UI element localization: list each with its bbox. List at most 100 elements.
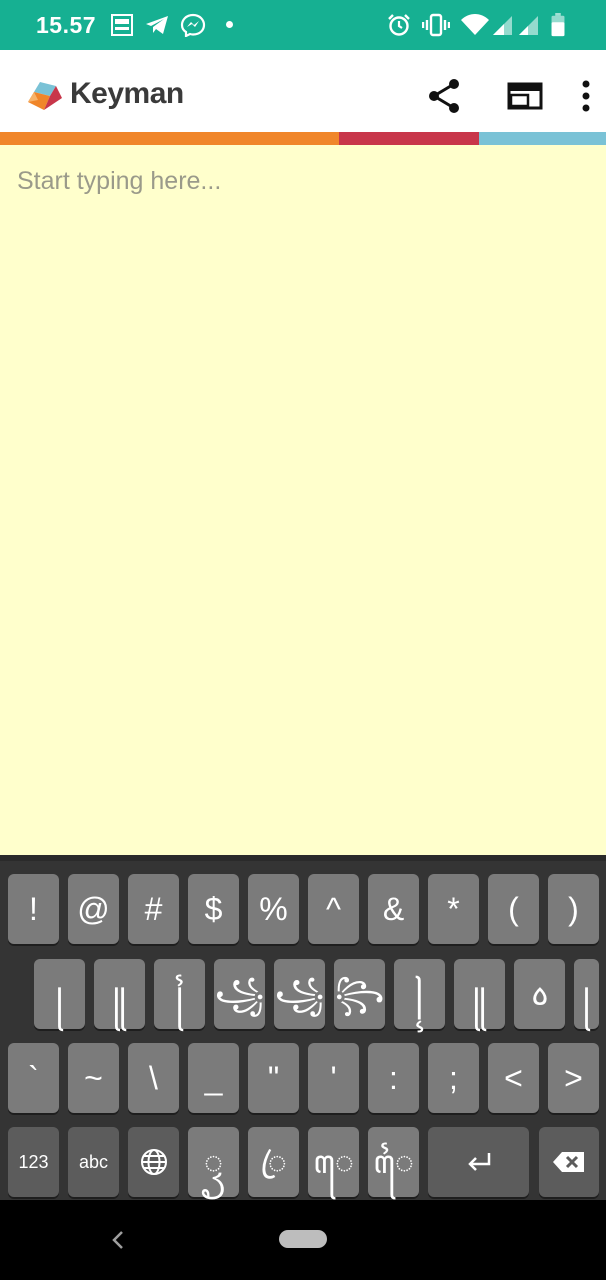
- key-javanese-8[interactable]: ꧋: [454, 959, 505, 1029]
- key-label: abc: [78, 1152, 109, 1172]
- key-backtick[interactable]: `: [8, 1043, 59, 1113]
- key-javanese-1[interactable]: ꧊: [34, 959, 85, 1029]
- key-javanese-7[interactable]: ꧍: [394, 959, 445, 1029]
- back-icon[interactable]: [104, 1226, 132, 1254]
- key-label: ": [267, 1060, 280, 1096]
- messenger-icon: [180, 13, 206, 37]
- key-label: ꧋: [472, 976, 487, 1012]
- key-label: *: [447, 891, 460, 927]
- key-label: ~: [84, 1060, 103, 1096]
- key-label: ꦿ: [260, 1144, 287, 1180]
- key-caret[interactable]: ^: [308, 874, 359, 944]
- more-options-button[interactable]: [564, 74, 606, 118]
- key-dollar[interactable]: $: [188, 874, 239, 944]
- key-javanese-6[interactable]: ꧂: [334, 959, 385, 1029]
- notification-dot: [226, 21, 233, 28]
- key-at[interactable]: @: [68, 874, 119, 944]
- home-pill[interactable]: [279, 1230, 327, 1248]
- key-javanese-4[interactable]: ꧁: [214, 959, 265, 1029]
- key-label: ^: [325, 891, 341, 927]
- key-javanese-5[interactable]: ꧁: [274, 959, 325, 1029]
- key-javanese-2[interactable]: ꧋: [94, 959, 145, 1029]
- key-backslash[interactable]: \: [128, 1043, 179, 1113]
- key-globe[interactable]: [128, 1127, 179, 1197]
- key-colon[interactable]: :: [368, 1043, 419, 1113]
- open-in-browser-button[interactable]: [503, 74, 547, 118]
- key-enter[interactable]: [428, 1127, 529, 1197]
- share-icon: [429, 79, 459, 113]
- key-javanese-sign-4[interactable]: ꦻ: [368, 1127, 419, 1197]
- key-ampersand[interactable]: &: [368, 874, 419, 944]
- key-label: :: [389, 1060, 398, 1096]
- key-javanese-sign-1[interactable]: ꦽ: [188, 1127, 239, 1197]
- key-javanese-sign-2[interactable]: ꦿ: [248, 1127, 299, 1197]
- key-javanese-sign-3[interactable]: ꦺ: [308, 1127, 359, 1197]
- color-strip-red: [339, 132, 479, 145]
- key-label: ꦺ: [313, 1144, 354, 1180]
- backspace-icon: [553, 1152, 584, 1172]
- text-editor-input[interactable]: [0, 145, 606, 855]
- key-paren-open[interactable]: (: [488, 874, 539, 944]
- jazz-app-icon: [111, 14, 133, 36]
- key-paren-close[interactable]: ): [548, 874, 599, 944]
- key-hash[interactable]: #: [128, 874, 179, 944]
- key-label: _: [204, 1060, 223, 1096]
- key-tilde[interactable]: ~: [68, 1043, 119, 1113]
- key-label: ꧊: [55, 976, 64, 1012]
- key-label: ꧍: [414, 976, 425, 1012]
- keyboard: ! @ # $ % ^ & * ( ) ꧊ ꧋ ꧌ ꧁ ꧁ ꧂ ꧍ ꧋ ꧞ ꧊ …: [0, 855, 606, 1200]
- color-strip-orange: [0, 132, 339, 145]
- key-single-quote[interactable]: ': [308, 1043, 359, 1113]
- key-label: ꧊: [582, 976, 591, 1012]
- wifi-icon: [461, 14, 489, 35]
- vibrate-icon: [422, 13, 450, 37]
- key-asterisk[interactable]: *: [428, 874, 479, 944]
- share-button[interactable]: [422, 74, 466, 118]
- key-label: ꦻ: [373, 1144, 414, 1180]
- key-label: ;: [449, 1060, 458, 1096]
- key-greater-than[interactable]: >: [548, 1043, 599, 1113]
- key-label: ': [330, 1060, 337, 1096]
- key-abc[interactable]: abc: [68, 1127, 119, 1197]
- enter-icon: [467, 1153, 490, 1171]
- key-label: >: [564, 1060, 583, 1096]
- key-javanese-10[interactable]: ꧊: [574, 959, 599, 1029]
- key-javanese-3[interactable]: ꧌: [154, 959, 205, 1029]
- key-label: `: [28, 1060, 39, 1096]
- key-label: ꧋: [112, 976, 127, 1012]
- battery-icon: [551, 13, 565, 37]
- key-semicolon[interactable]: ;: [428, 1043, 479, 1113]
- key-javanese-9[interactable]: ꧞: [514, 959, 565, 1029]
- status-bar: 15.57: [0, 0, 606, 50]
- color-strip-blue: [479, 132, 606, 145]
- key-label: &: [382, 891, 405, 927]
- key-underscore[interactable]: _: [188, 1043, 239, 1113]
- key-label: !: [29, 891, 38, 927]
- signal-icon-2: [519, 16, 538, 35]
- key-label: ꦽ: [203, 1144, 223, 1180]
- key-label: ꧁: [214, 976, 265, 1012]
- key-label: \: [149, 1060, 158, 1096]
- globe-icon: [140, 1149, 167, 1175]
- key-less-than[interactable]: <: [488, 1043, 539, 1113]
- key-backspace[interactable]: [539, 1127, 599, 1197]
- alarm-icon: [388, 14, 410, 36]
- keyboard-top-border: [0, 855, 606, 861]
- key-label: (: [508, 891, 519, 927]
- key-label: ꧁: [274, 976, 325, 1012]
- key-label: <: [504, 1060, 523, 1096]
- key-percent[interactable]: %: [248, 874, 299, 944]
- key-exclamation[interactable]: !: [8, 874, 59, 944]
- key-label: 123: [18, 1152, 49, 1172]
- key-numbers[interactable]: 123: [8, 1127, 59, 1197]
- key-double-quote[interactable]: ": [248, 1043, 299, 1113]
- keyman-logo-icon: [28, 82, 62, 110]
- key-label: #: [144, 891, 163, 927]
- key-label: $: [204, 891, 223, 927]
- key-label: @: [77, 891, 110, 927]
- status-time: 15.57: [36, 12, 97, 38]
- key-label: ꧂: [334, 976, 385, 1012]
- telegram-icon: [146, 16, 168, 34]
- key-label: ꧞: [530, 976, 549, 1012]
- key-label: ): [568, 891, 579, 927]
